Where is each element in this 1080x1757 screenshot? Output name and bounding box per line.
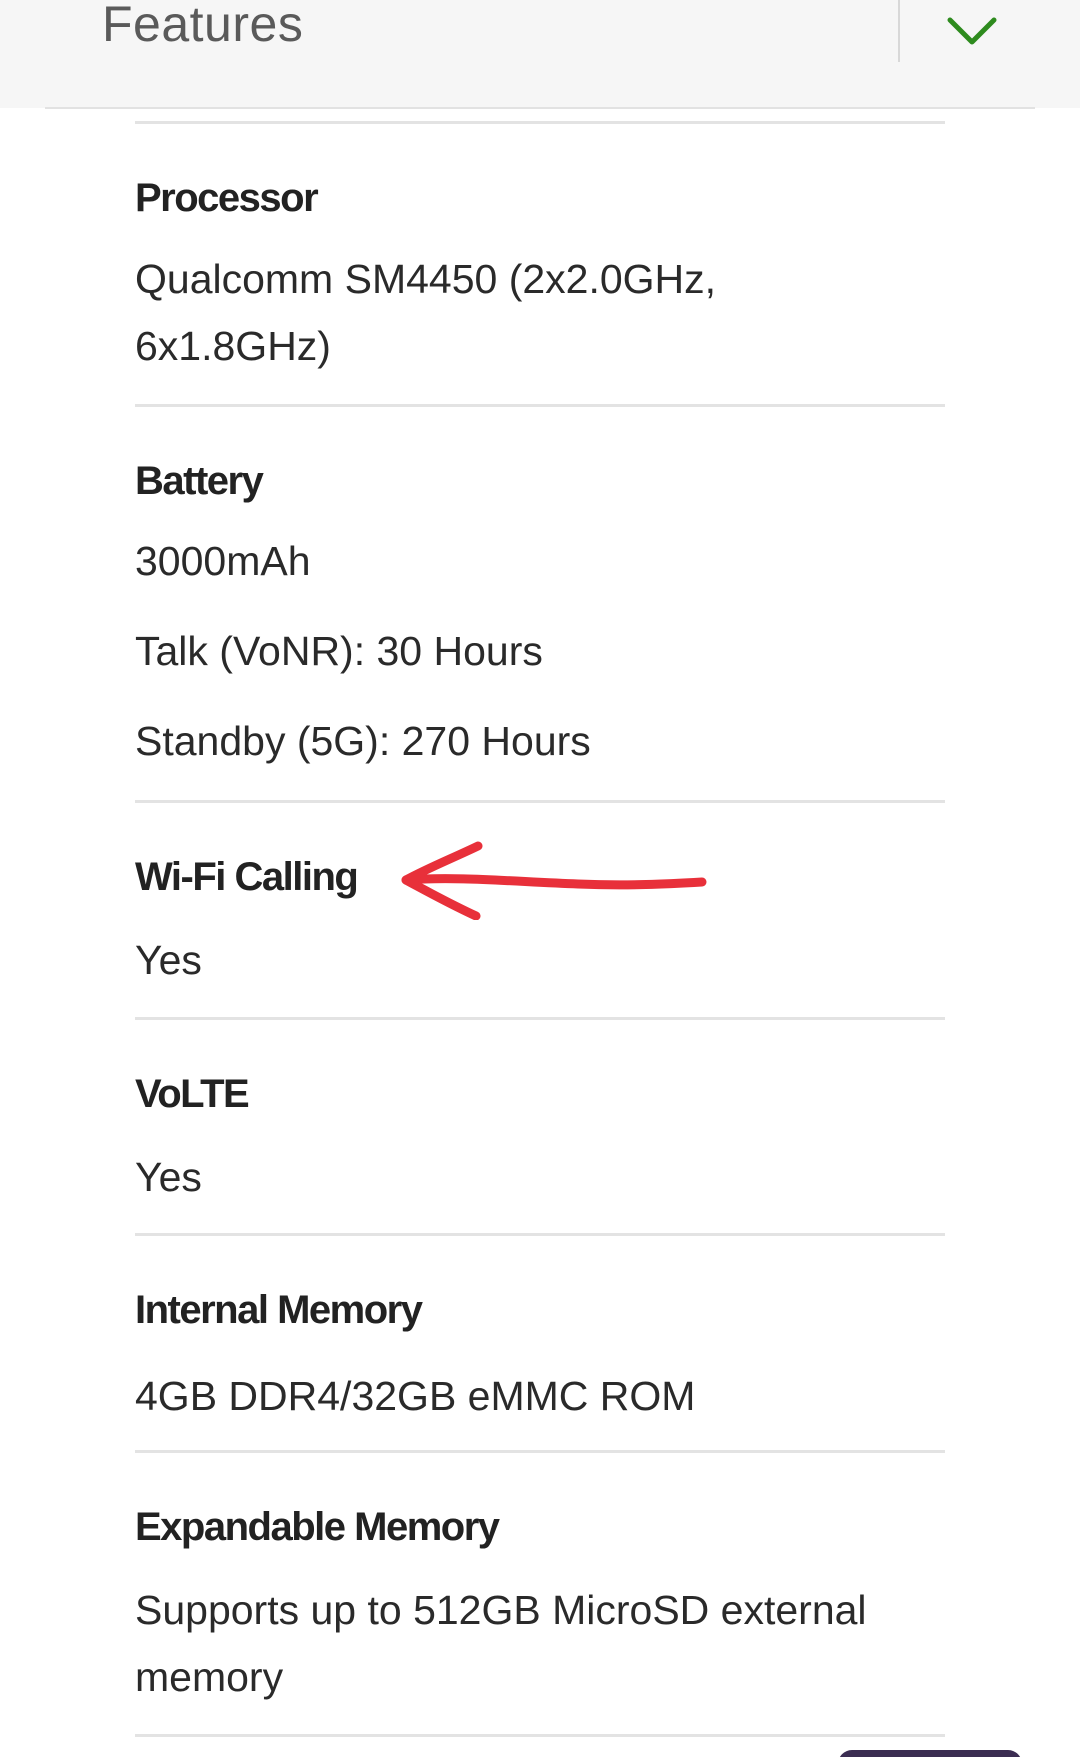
section-divider: [135, 800, 945, 803]
floating-action-button[interactable]: [838, 1750, 1022, 1757]
spec-label: VoLTE: [135, 1072, 250, 1116]
spec-value-line: 6x1.8GHz): [135, 323, 331, 369]
spec-label: Processor: [135, 176, 319, 220]
header-bottom-border: [45, 107, 1035, 109]
spec-volte: VoLTE Yes: [135, 1069, 945, 1211]
header-divider: [898, 0, 900, 62]
spec-value-line: 3000mAh: [135, 538, 311, 584]
spec-value: Yes: [135, 1154, 202, 1200]
spec-label: Internal Memory: [135, 1288, 423, 1332]
spec-value-line: Standby (5G): 270 Hours: [135, 718, 591, 764]
section-divider: [135, 1017, 945, 1020]
spec-label: Battery: [135, 459, 264, 503]
section-divider: [135, 1233, 945, 1236]
spec-value-line: Supports up to 512GB MicroSD external: [135, 1587, 867, 1633]
section-divider: [135, 1734, 945, 1737]
spec-battery: Battery 3000mAh Talk (VoNR): 30 Hours St…: [135, 456, 945, 775]
section-divider: [135, 1450, 945, 1453]
section-divider: [135, 404, 945, 407]
spec-processor: Processor Qualcomm SM4450 (2x2.0GHz, 6x1…: [135, 173, 945, 380]
spec-expandable-memory: Expandable Memory Supports up to 512GB M…: [135, 1502, 945, 1711]
section-divider: [135, 121, 945, 124]
spec-label: Expandable Memory: [135, 1505, 500, 1549]
features-accordion-header[interactable]: Features: [0, 0, 1080, 108]
spec-value-line: Talk (VoNR): 30 Hours: [135, 628, 543, 674]
spec-internal-memory: Internal Memory 4GB DDR4/32GB eMMC ROM: [135, 1285, 945, 1430]
spec-value-line: memory: [135, 1654, 284, 1700]
arrow-left-icon: [401, 841, 707, 920]
accordion-toggle-button[interactable]: [932, 0, 1012, 62]
spec-value-line: Qualcomm SM4450 (2x2.0GHz,: [135, 256, 717, 302]
chevron-down-icon: [947, 17, 997, 45]
spec-page: Features Processor Qualcomm SM4450 (2x2.…: [0, 0, 1080, 1757]
features-title: Features: [102, 0, 304, 52]
spec-value: Yes: [135, 937, 202, 983]
spec-value: 4GB DDR4/32GB eMMC ROM: [135, 1373, 696, 1419]
